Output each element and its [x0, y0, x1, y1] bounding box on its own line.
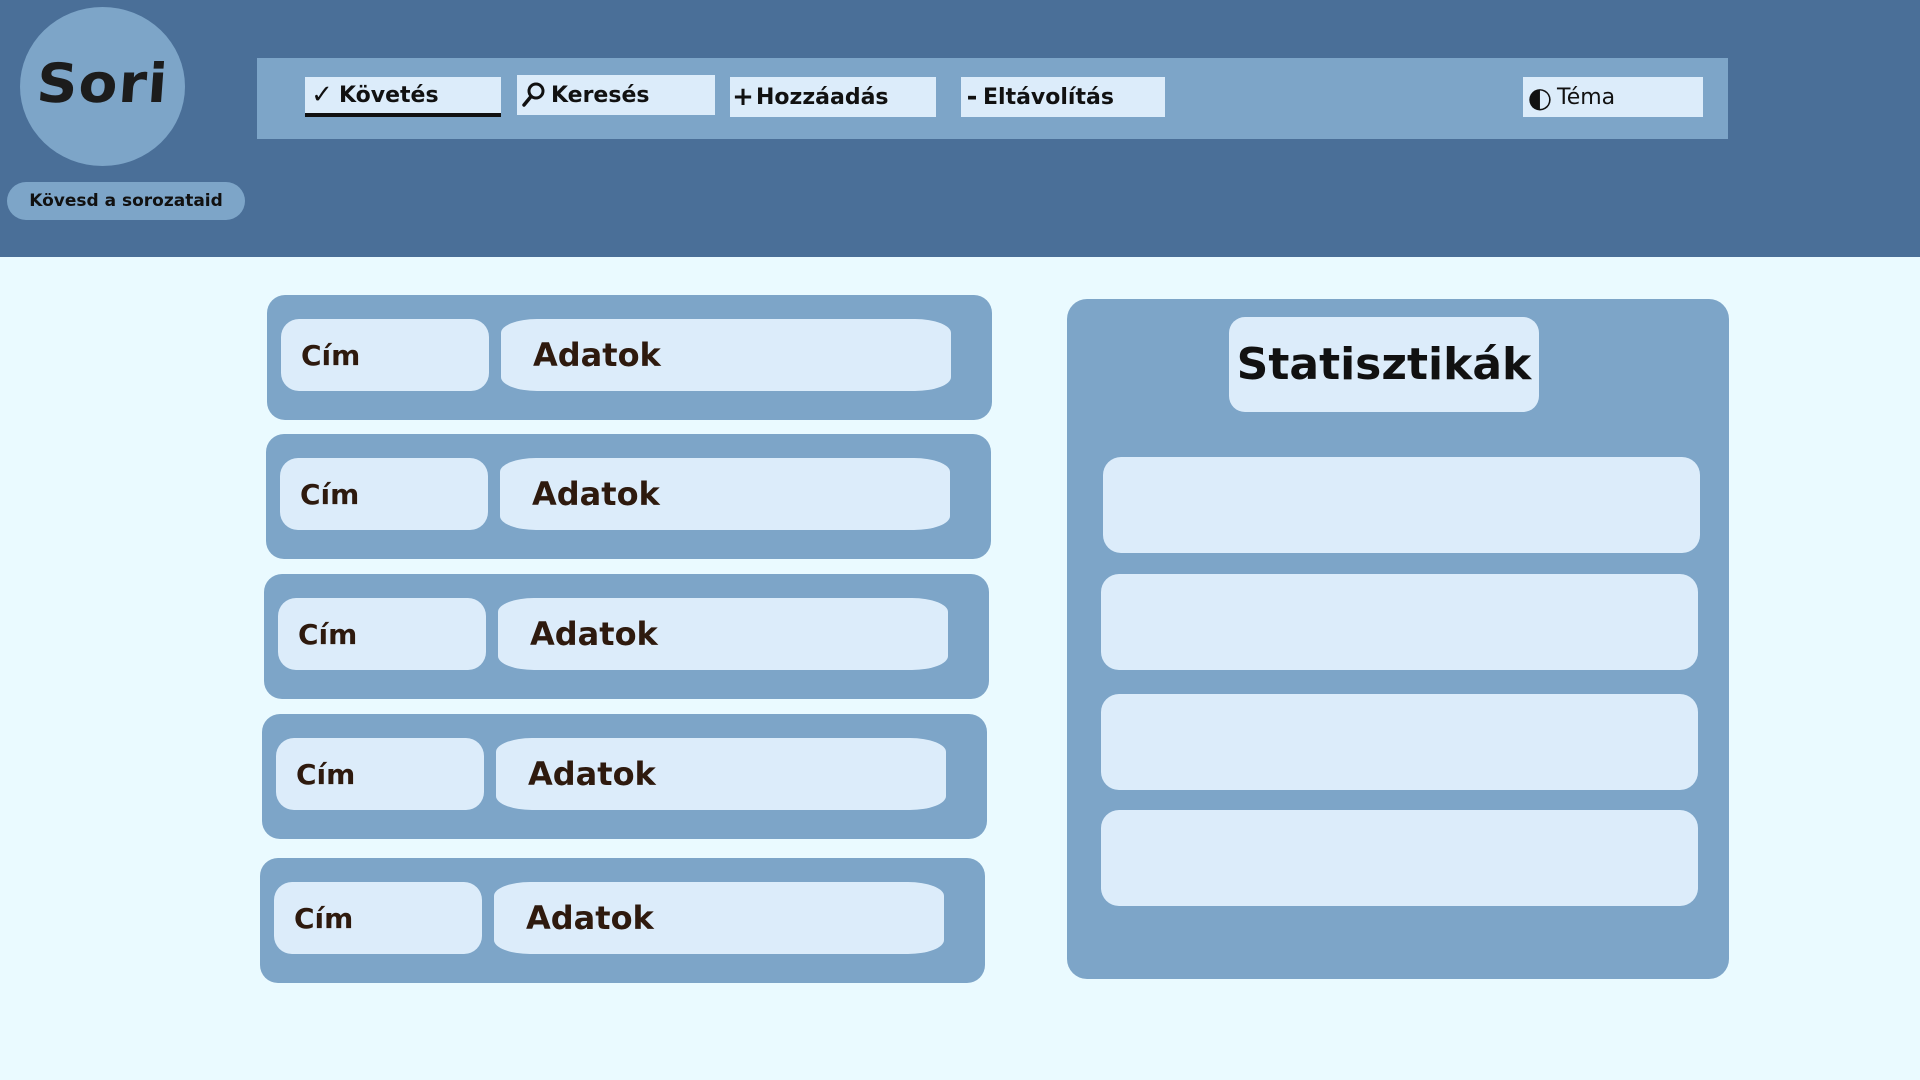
- series-title: Cím: [280, 458, 488, 530]
- nav-remove-label: Eltávolítás: [983, 84, 1114, 110]
- nav-add-label: Hozzáadás: [756, 84, 889, 110]
- tagline: Kövesd a sorozataid: [7, 182, 245, 220]
- theme-button[interactable]: ◐ Téma: [1523, 77, 1703, 117]
- series-row[interactable]: Cím Adatok: [262, 714, 987, 839]
- minus-icon: -: [966, 82, 978, 112]
- series-title: Cím: [274, 882, 482, 954]
- stat-box: [1103, 457, 1700, 553]
- series-data: Adatok: [496, 738, 946, 810]
- series-row[interactable]: Cím Adatok: [260, 858, 985, 983]
- contrast-icon: ◐: [1527, 80, 1553, 114]
- series-title: Cím: [276, 738, 484, 810]
- logo-text: Sori: [34, 52, 171, 115]
- nav-search-button[interactable]: Keresés: [517, 75, 715, 115]
- series-row[interactable]: Cím Adatok: [267, 295, 992, 420]
- navbar: ✓ Követés Keresés + Hozzáadás - Eltávolí…: [257, 58, 1728, 139]
- series-data: Adatok: [498, 598, 948, 670]
- series-data: Adatok: [494, 882, 944, 954]
- theme-label: Téma: [1557, 84, 1616, 110]
- series-title: Cím: [281, 319, 489, 391]
- logo[interactable]: Sori: [20, 7, 185, 166]
- series-row[interactable]: Cím Adatok: [264, 574, 989, 699]
- series-title: Cím: [278, 598, 486, 670]
- series-data: Adatok: [501, 319, 951, 391]
- stat-box: [1101, 574, 1698, 670]
- stat-box: [1101, 694, 1698, 790]
- stats-title: Statisztikák: [1229, 317, 1539, 412]
- stats-panel: Statisztikák: [1067, 299, 1729, 979]
- header: Sori Kövesd a sorozataid ✓ Követés Keres…: [0, 0, 1920, 257]
- series-row[interactable]: Cím Adatok: [266, 434, 991, 559]
- nav-remove-button[interactable]: - Eltávolítás: [961, 77, 1165, 117]
- search-icon: [521, 80, 547, 110]
- nav-add-button[interactable]: + Hozzáadás: [730, 77, 936, 117]
- nav-follow-label: Követés: [339, 82, 439, 108]
- series-data: Adatok: [500, 458, 950, 530]
- stat-box: [1101, 810, 1698, 906]
- nav-search-label: Keresés: [551, 82, 650, 108]
- nav-follow-button[interactable]: ✓ Követés: [305, 77, 501, 117]
- plus-icon: +: [732, 82, 754, 112]
- check-icon: ✓: [311, 80, 333, 110]
